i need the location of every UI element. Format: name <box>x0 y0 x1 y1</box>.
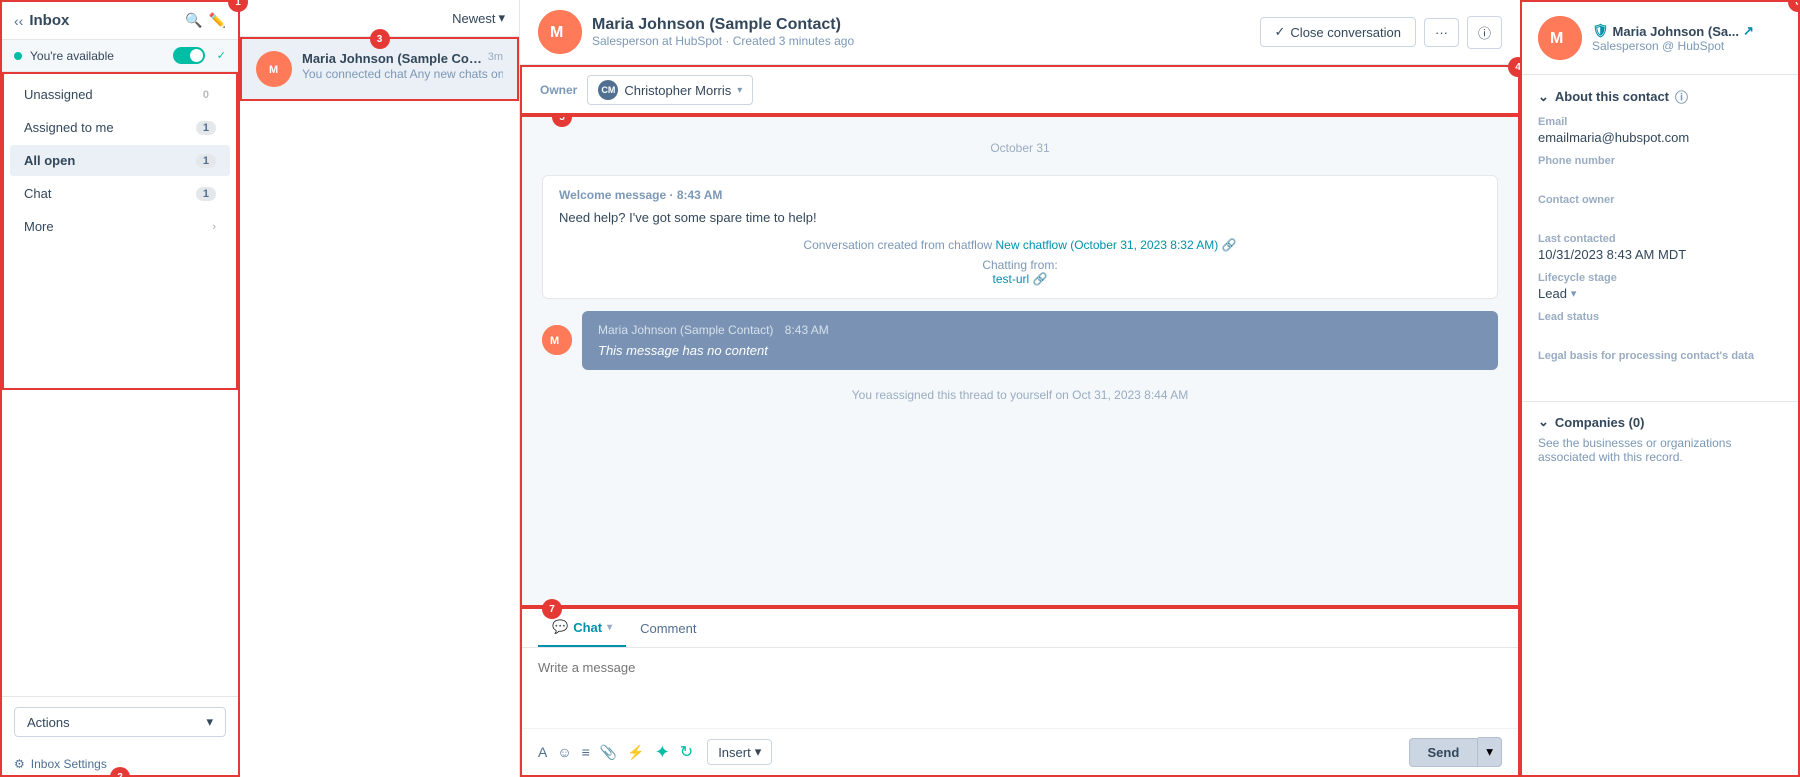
rp-verified-icon: 🛡 <box>1592 23 1609 39</box>
back-arrow[interactable]: ‹‹ <box>14 13 23 29</box>
rp-header: M 🛡 Maria Johnson (Sa... ↗ Salesperson @… <box>1522 2 1798 75</box>
text-icon[interactable]: A <box>538 744 547 760</box>
close-conversation-button[interactable]: ✓ Close conversation <box>1260 17 1416 47</box>
emoji-icon[interactable]: ☺ <box>557 744 571 760</box>
sidebar-item-chat[interactable]: Chat 1 <box>10 178 230 209</box>
lightning-icon[interactable]: ⚡ <box>627 744 644 761</box>
send-button-group: Send ▾ <box>1409 737 1503 767</box>
reassign-note: You reassigned this thread to yourself o… <box>542 388 1498 402</box>
availability-toggle[interactable] <box>173 47 205 64</box>
annotation-5: 5 <box>552 115 572 127</box>
about-contact-section: ⌄ About this contact ⓘ Email emailmaria@… <box>1522 75 1798 402</box>
compose-tab-comment[interactable]: Comment <box>626 611 710 646</box>
chatflow-link[interactable]: New chatflow (October 31, 2023 8:32 AM) <box>996 238 1219 252</box>
contact-info: Maria Johnson (Sample Contact) Salespers… <box>592 16 854 48</box>
compose-icons: A ☺ ≡ 📎 ⚡ ✦ ↻ Insert ▾ <box>538 739 1397 765</box>
contact-msg-bubble: Maria Johnson (Sample Contact) 8:43 AM T… <box>582 311 1498 370</box>
field-lead-status: Lead status <box>1538 311 1782 340</box>
contact-msg-body: This message has no content <box>598 343 1482 358</box>
contact-msg-header: Maria Johnson (Sample Contact) 8:43 AM <box>598 323 1482 337</box>
svg-text:M: M <box>1550 30 1563 47</box>
contact-message-row: M Maria Johnson (Sample Contact) 8:43 AM… <box>542 311 1498 370</box>
availability-bar: You're available ✓ <box>2 40 238 72</box>
field-lifecycle: Lifecycle stage Lead ▾ <box>1538 272 1782 301</box>
svg-text:M: M <box>269 64 278 76</box>
sort-newest-button[interactable]: Newest ▾ <box>452 10 505 26</box>
compose-input[interactable] <box>522 648 1518 728</box>
owner-selector[interactable]: CM Christopher Morris ▾ <box>587 75 753 105</box>
contact-msg-avatar: M <box>542 325 572 355</box>
field-last-contacted: Last contacted 10/31/2023 8:43 AM MDT <box>1538 233 1782 262</box>
search-icon[interactable]: 🔍 <box>185 12 202 29</box>
conv-info: Maria Johnson (Sample Contact) 3m You co… <box>302 51 503 87</box>
compose-tabs: 💬 Chat ▾ Comment <box>522 609 1518 648</box>
format-icon[interactable]: ≡ <box>582 744 590 760</box>
compose-icon[interactable]: ✏️ <box>209 12 226 29</box>
sidebar-item-unassigned[interactable]: Unassigned 0 <box>10 79 230 110</box>
annotation-3: 3 <box>370 29 390 49</box>
refresh-icon[interactable]: ↻ <box>680 742 693 762</box>
conversation-list: Newest ▾ 3 M Maria Johnson (Sample Conta… <box>240 0 520 777</box>
conv-avatar: M <box>256 51 292 87</box>
owner-bar: Owner CM Christopher Morris ▾ <box>522 67 1518 113</box>
msg-created: Conversation created from chatflow New c… <box>559 238 1481 252</box>
sidebar-item-all-open[interactable]: All open 1 <box>10 145 230 176</box>
field-phone: Phone number <box>1538 155 1782 184</box>
sidebar-bottom: Actions ▾ <box>2 696 238 747</box>
compose-area: 7 💬 Chat ▾ Comment A ☺ ≡ 📎 ⚡ <box>520 607 1520 777</box>
rp-avatar: M <box>1538 16 1582 60</box>
insert-button[interactable]: Insert ▾ <box>707 739 772 765</box>
info-button[interactable]: ⓘ <box>1467 16 1502 49</box>
ai-icon1[interactable]: ✦ <box>655 742 670 763</box>
conversation-item[interactable]: 3 M Maria Johnson (Sample Contact) 3m Yo… <box>240 37 519 101</box>
field-contact-owner: Contact owner <box>1538 194 1782 223</box>
rp-external-link[interactable]: ↗ <box>1743 23 1754 39</box>
actions-button[interactable]: Actions ▾ <box>14 707 226 737</box>
more-options-button[interactable]: ··· <box>1424 18 1459 47</box>
annotation-7: 7 <box>542 599 562 619</box>
chat-header: M Maria Johnson (Sample Contact) Salespe… <box>520 0 1520 65</box>
send-button[interactable]: Send <box>1409 738 1479 767</box>
messages-area: 5 October 31 Welcome message · 8:43 AM N… <box>520 115 1520 607</box>
about-info-icon[interactable]: ⓘ <box>1675 87 1688 106</box>
field-legal: Legal basis for processing contact's dat… <box>1538 350 1782 379</box>
lifecycle-value[interactable]: Lead ▾ <box>1538 286 1782 301</box>
contact-avatar: M <box>538 10 582 54</box>
owner-avatar: CM <box>598 80 618 100</box>
send-dropdown[interactable]: ▾ <box>1478 737 1502 767</box>
sidebar-title: Inbox <box>29 12 179 29</box>
welcome-message: Welcome message · 8:43 AM Need help? I'v… <box>542 175 1498 299</box>
companies-title: ⌄ Companies (0) <box>1538 414 1782 430</box>
attachment-icon[interactable]: 📎 <box>600 744 617 761</box>
chat-header-left: M Maria Johnson (Sample Contact) Salespe… <box>538 10 854 54</box>
svg-text:M: M <box>550 335 559 347</box>
chat-main: M Maria Johnson (Sample Contact) Salespe… <box>520 0 1520 777</box>
available-dot <box>14 52 22 60</box>
chatting-from: Chatting from: test-url 🔗 <box>559 258 1481 286</box>
msg-header: Welcome message · 8:43 AM <box>559 188 1481 202</box>
chat-header-right: ✓ Close conversation ··· ⓘ <box>1260 16 1502 49</box>
svg-text:M: M <box>550 24 563 41</box>
sidebar-header: ‹‹ Inbox 🔍 ✏️ <box>2 2 238 40</box>
right-panel: 6 M 🛡 Maria Johnson (Sa... ↗ Salesperson… <box>1520 0 1800 777</box>
compose-toolbar: A ☺ ≡ 📎 ⚡ ✦ ↻ Insert ▾ Send ▾ <box>522 728 1518 775</box>
date-divider: October 31 <box>542 141 1498 155</box>
field-email: Email emailmaria@hubspot.com <box>1538 116 1782 145</box>
sidebar-item-assigned[interactable]: Assigned to me 1 <box>10 112 230 143</box>
test-url-link[interactable]: test-url <box>993 272 1030 286</box>
about-contact-title: ⌄ About this contact ⓘ <box>1538 87 1782 106</box>
settings-icon: ⚙ <box>14 757 25 771</box>
rp-contact-details: 🛡 Maria Johnson (Sa... ↗ Salesperson @ H… <box>1592 23 1754 53</box>
sidebar-item-more[interactable]: More › <box>10 211 230 242</box>
sidebar-nav: 2 Unassigned 0 Assigned to me 1 All open… <box>2 72 238 390</box>
msg-body: Need help? I've got some spare time to h… <box>559 208 1481 228</box>
available-label: You're available <box>30 49 165 63</box>
companies-section: ⌄ Companies (0) See the businesses or or… <box>1522 402 1798 476</box>
